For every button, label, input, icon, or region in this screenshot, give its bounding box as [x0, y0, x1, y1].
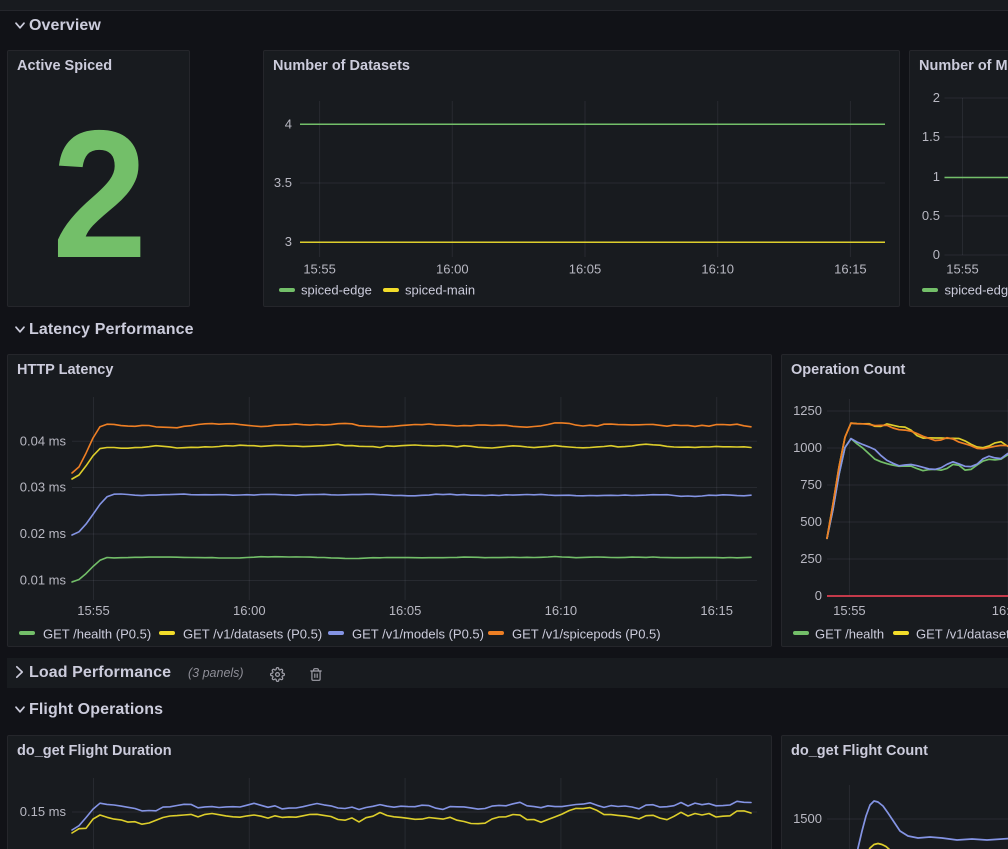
svg-text:16:10: 16:10 — [545, 603, 578, 618]
svg-text:1500: 1500 — [793, 811, 822, 826]
svg-text:0.15 ms: 0.15 ms — [20, 804, 67, 819]
svg-text:0: 0 — [933, 247, 940, 262]
svg-text:1: 1 — [933, 169, 940, 184]
svg-text:spiced-main: spiced-main — [405, 283, 475, 298]
svg-text:15:55: 15:55 — [946, 262, 979, 277]
svg-text:spiced-edge: spiced-edge — [945, 283, 1008, 298]
svg-text:16:05: 16:05 — [389, 603, 422, 618]
svg-text:15:55: 15:55 — [77, 603, 110, 618]
svg-text:3: 3 — [285, 234, 292, 249]
svg-text:GET /v1/models (P0.5): GET /v1/models (P0.5) — [352, 627, 484, 642]
svg-text:16:00: 16:00 — [436, 262, 469, 277]
svg-text:0.01 ms: 0.01 ms — [20, 573, 67, 588]
svg-text:0.02 ms: 0.02 ms — [20, 526, 67, 541]
svg-text:GET /v1/datasets: GET /v1/datasets — [916, 627, 1008, 642]
svg-text:1.5: 1.5 — [922, 129, 940, 144]
svg-text:16:05: 16:05 — [569, 262, 602, 277]
svg-text:GET /v1/spicepods (P0.5): GET /v1/spicepods (P0.5) — [512, 627, 661, 642]
svg-text:16:15: 16:15 — [834, 262, 867, 277]
svg-text:500: 500 — [800, 514, 822, 529]
svg-text:3.5: 3.5 — [274, 175, 292, 190]
svg-text:1000: 1000 — [793, 440, 822, 455]
svg-text:GET /health (P0.5): GET /health (P0.5) — [43, 627, 151, 642]
svg-text:GET /v1/datasets (P0.5): GET /v1/datasets (P0.5) — [183, 627, 322, 642]
svg-text:15:55: 15:55 — [833, 603, 866, 618]
svg-text:1250: 1250 — [793, 403, 822, 418]
svg-text:spiced-edge: spiced-edge — [301, 283, 372, 298]
svg-text:16:00: 16:00 — [992, 603, 1008, 618]
svg-text:0.04 ms: 0.04 ms — [20, 434, 67, 449]
svg-text:GET /health: GET /health — [815, 627, 884, 642]
svg-text:4: 4 — [285, 117, 292, 132]
svg-text:0.5: 0.5 — [922, 208, 940, 223]
svg-text:16:15: 16:15 — [700, 603, 733, 618]
svg-text:15:55: 15:55 — [303, 262, 336, 277]
svg-text:0: 0 — [815, 588, 822, 603]
svg-text:16:00: 16:00 — [233, 603, 266, 618]
svg-text:250: 250 — [800, 551, 822, 566]
svg-text:750: 750 — [800, 477, 822, 492]
svg-text:16:10: 16:10 — [701, 262, 734, 277]
svg-text:2: 2 — [933, 90, 940, 105]
svg-text:0.03 ms: 0.03 ms — [20, 480, 67, 495]
